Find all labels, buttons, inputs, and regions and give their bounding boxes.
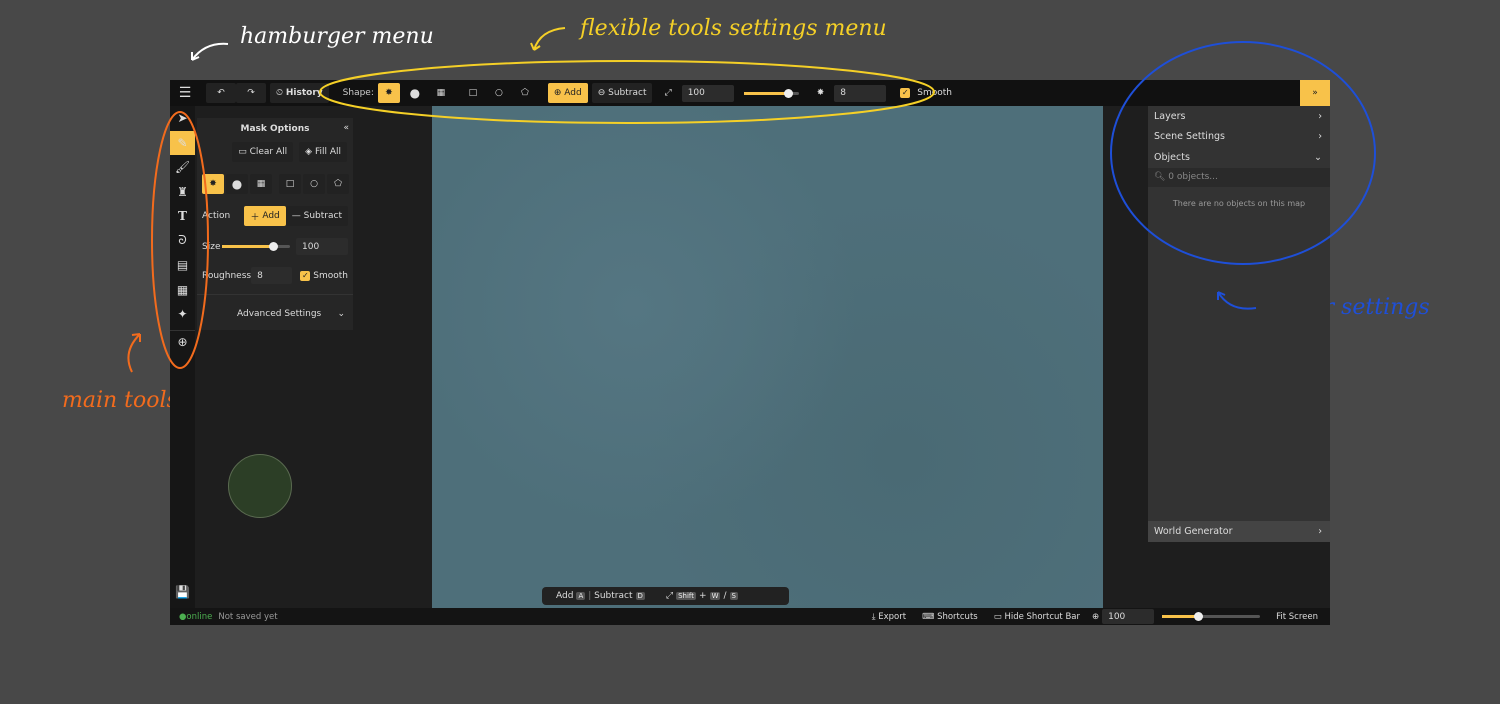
main-tools-ellipse: [151, 111, 209, 369]
hamburger-arrow-icon: [191, 42, 229, 61]
main-tools-arrow-icon: [127, 333, 141, 373]
flexible-arrow-icon: [530, 27, 566, 51]
annotation-overlay: [127, 27, 1376, 373]
flexible-ellipse: [319, 60, 935, 124]
layer-arrow-icon: [1217, 291, 1257, 310]
layer-ellipse: [1110, 41, 1376, 265]
